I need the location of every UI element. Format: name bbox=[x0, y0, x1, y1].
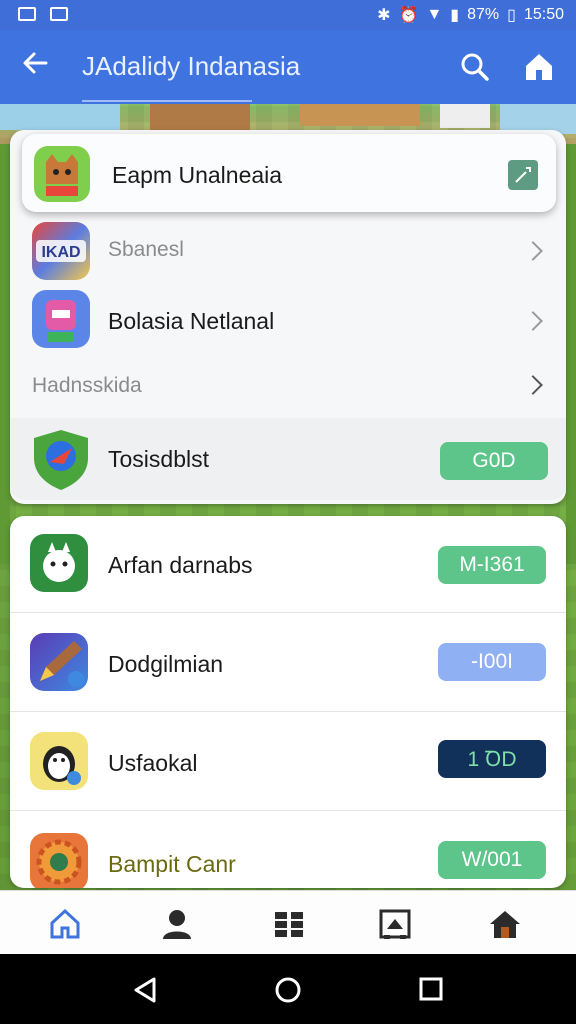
back-triangle-icon[interactable] bbox=[132, 976, 158, 1009]
installed-row[interactable]: Tosisdblst G0D bbox=[10, 418, 566, 500]
image-notification-icon bbox=[18, 7, 36, 21]
svg-text:IKAD: IKAD bbox=[41, 244, 80, 261]
app-action-button[interactable]: -I00I bbox=[438, 643, 546, 681]
menu-item-hadnsskida[interactable]: Hadnsskida bbox=[10, 362, 566, 408]
alarm-icon: ⏰ bbox=[398, 7, 419, 24]
chevron-right-icon bbox=[523, 375, 543, 395]
image-notification-icon bbox=[50, 7, 68, 21]
menu-item-label: Hadnsskida bbox=[32, 374, 142, 397]
battery-level: 87% bbox=[467, 6, 500, 23]
page-title: JAdalidy Indanasia bbox=[82, 51, 301, 81]
list-item[interactable]: Usfaokal 1 ꝹD bbox=[10, 712, 566, 810]
app-name: Arfan darnabs bbox=[108, 552, 253, 578]
chevron-right-icon bbox=[523, 311, 543, 331]
installed-label: Tosisdblst bbox=[108, 446, 209, 472]
profile-icon[interactable] bbox=[160, 907, 194, 941]
menu-item-sbanesl[interactable]: IKAD Sbanesl bbox=[10, 220, 566, 282]
bunny-game-icon bbox=[30, 534, 88, 592]
title-underline bbox=[82, 100, 252, 102]
battery-icon: ▯ bbox=[507, 7, 516, 24]
home-icon[interactable] bbox=[48, 907, 82, 941]
list-item[interactable]: Dodgilmian -I00I bbox=[10, 613, 566, 711]
penguin-app-icon bbox=[30, 732, 88, 790]
fox-game-icon bbox=[34, 146, 90, 202]
store-icon[interactable] bbox=[378, 907, 412, 941]
pencil-app-icon bbox=[30, 633, 88, 691]
signal-icon: ▮ bbox=[450, 7, 460, 24]
wifi-icon: ▼ bbox=[426, 6, 443, 23]
clock: 15:50 bbox=[523, 6, 564, 23]
arrow-left-icon[interactable] bbox=[20, 48, 50, 86]
featured-label: Eapm Unalneaia bbox=[112, 162, 283, 188]
system-navigation bbox=[0, 954, 576, 1024]
install-button[interactable]: G0D bbox=[440, 442, 548, 480]
edit-icon[interactable] bbox=[508, 160, 538, 190]
gear-game-icon bbox=[30, 833, 88, 888]
bottom-navigation bbox=[0, 890, 576, 954]
apps-list-card: Arfan darnabs M-I361 Dodgilmian -I00I Us… bbox=[10, 516, 566, 888]
home-icon[interactable] bbox=[522, 50, 556, 84]
app-bar: JAdalidy Indanasia bbox=[0, 30, 576, 104]
app-action-button[interactable]: M-I361 bbox=[438, 546, 546, 584]
menu-item-label: Sbanesl bbox=[108, 238, 184, 261]
app-name: Usfaokal bbox=[108, 750, 198, 776]
grid-icon[interactable] bbox=[272, 907, 306, 941]
status-bar: ✱ ⏰ ▼ ▮ 87% ▯ 15:50 bbox=[0, 0, 576, 30]
list-item[interactable]: Bampit Canr W/001 bbox=[10, 811, 566, 888]
list-item[interactable]: Arfan darnabs M-I361 bbox=[10, 516, 566, 612]
shield-compass-icon bbox=[28, 426, 94, 492]
search-icon[interactable] bbox=[460, 52, 490, 82]
recents-square-icon[interactable] bbox=[418, 976, 444, 1007]
app-name: Dodgilmian bbox=[108, 651, 224, 677]
app-action-button[interactable]: W/001 bbox=[438, 841, 546, 879]
menu-item-label: Bolasia Netlanal bbox=[108, 308, 275, 334]
pink-character-icon bbox=[32, 290, 90, 348]
chevron-right-icon bbox=[523, 241, 543, 261]
house-icon[interactable] bbox=[488, 907, 522, 941]
bluetooth-icon: ✱ bbox=[377, 7, 391, 24]
home-circle-icon[interactable] bbox=[274, 976, 302, 1009]
featured-row[interactable]: Eapm Unalneaia bbox=[22, 134, 556, 212]
menu-item-bolasia[interactable]: Bolasia Netlanal bbox=[10, 288, 566, 352]
game-logo-icon: IKAD bbox=[32, 222, 90, 280]
app-action-button[interactable]: 1 ꝹD bbox=[438, 740, 546, 778]
app-name: Bampit Canr bbox=[108, 851, 236, 877]
